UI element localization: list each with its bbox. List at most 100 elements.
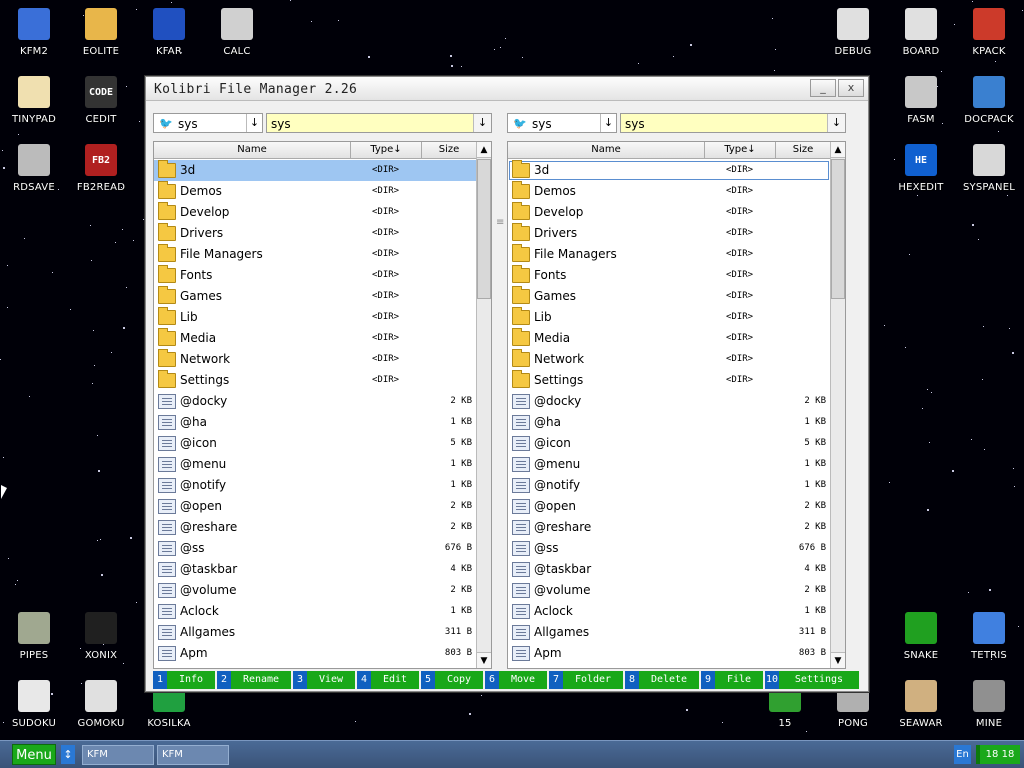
column-size[interactable]: Size	[422, 144, 476, 155]
column-name[interactable]: Name	[154, 144, 350, 155]
file-row[interactable]: @reshare 2 KB	[154, 517, 476, 538]
folder-row[interactable]: Demos <DIR>	[508, 181, 830, 202]
file-row[interactable]: @ss 676 B	[154, 538, 476, 559]
file-row[interactable]: @ha 1 KB	[154, 412, 476, 433]
file-row[interactable]: @menu 1 KB	[508, 454, 830, 475]
file-row[interactable]: @menu 1 KB	[154, 454, 476, 475]
file-row[interactable]: Allgames 311 B	[154, 622, 476, 643]
desktop-icon-mine[interactable]: MINE	[955, 680, 1023, 729]
fkey-move-button[interactable]: 6 Move	[485, 671, 547, 689]
file-row[interactable]: Apm 803 B	[508, 643, 830, 664]
file-row[interactable]: @icon 5 KB	[154, 433, 476, 454]
folder-row[interactable]: Fonts <DIR>	[154, 265, 476, 286]
folder-row[interactable]: File Managers <DIR>	[154, 244, 476, 265]
desktop-icon-seawar[interactable]: SEAWAR	[887, 680, 955, 729]
folder-row[interactable]: Demos <DIR>	[154, 181, 476, 202]
desktop-icon-debug[interactable]: DEBUG	[819, 8, 887, 57]
folder-row[interactable]: 3d <DIR>	[508, 160, 830, 181]
fkey-info-button[interactable]: 1 Info	[153, 671, 215, 689]
fkey-view-button[interactable]: 3 View	[293, 671, 355, 689]
file-row[interactable]: @notify 1 KB	[508, 475, 830, 496]
file-row[interactable]: @icon 5 KB	[508, 433, 830, 454]
folder-row[interactable]: Network <DIR>	[508, 349, 830, 370]
desktop-icon-kpack[interactable]: KPACK	[955, 8, 1023, 57]
folder-row[interactable]: Develop <DIR>	[154, 202, 476, 223]
fkey-rename-button[interactable]: 2 Rename	[217, 671, 291, 689]
file-row[interactable]: Apm 803 B	[154, 643, 476, 664]
folder-row[interactable]: Settings <DIR>	[154, 370, 476, 391]
close-button[interactable]: x	[838, 79, 864, 97]
desktop-icon-cedit[interactable]: CODE CEDIT	[67, 76, 135, 125]
fkey-edit-button[interactable]: 4 Edit	[357, 671, 419, 689]
folder-row[interactable]: Network <DIR>	[154, 349, 476, 370]
file-row[interactable]: @reshare 2 KB	[508, 517, 830, 538]
scroll-down-icon[interactable]: ▼	[477, 652, 491, 668]
file-row[interactable]: @notify 1 KB	[154, 475, 476, 496]
folder-row[interactable]: Fonts <DIR>	[508, 265, 830, 286]
file-row[interactable]: Allgames 311 B	[508, 622, 830, 643]
fkey-folder-button[interactable]: 7 Folder	[549, 671, 623, 689]
folder-row[interactable]: Drivers <DIR>	[508, 223, 830, 244]
file-row[interactable]: @volume 2 KB	[154, 580, 476, 601]
file-row[interactable]: @docky 2 KB	[154, 391, 476, 412]
desktop-icon-tinypad[interactable]: TINYPAD	[0, 76, 68, 125]
right-file-list[interactable]: Name Type↓ Size 3d <DIR> Demos <DIR> Develop…	[507, 141, 846, 669]
file-row[interactable]: Aclock 1 KB	[154, 601, 476, 622]
folder-row[interactable]: File Managers <DIR>	[508, 244, 830, 265]
file-row[interactable]: @taskbar 4 KB	[508, 559, 830, 580]
left-scroll-thumb[interactable]	[477, 159, 491, 299]
desktop-icon-board[interactable]: BOARD	[887, 8, 955, 57]
keyboard-layout-indicator[interactable]: En	[954, 745, 971, 764]
file-row[interactable]: @open 2 KB	[154, 496, 476, 517]
menu-button[interactable]: Menu	[12, 744, 56, 765]
window-titlebar[interactable]: Kolibri File Manager 2.26 _ x	[146, 77, 868, 101]
file-row[interactable]: Aclock 1 KB	[508, 601, 830, 622]
file-manager-window[interactable]: Kolibri File Manager 2.26 _ x 🐦 sys ↓ sy…	[145, 76, 869, 692]
right-scroll-thumb[interactable]	[831, 159, 845, 299]
file-row[interactable]: @open 2 KB	[508, 496, 830, 517]
fkey-copy-button[interactable]: 5 Copy	[421, 671, 483, 689]
chevron-down-icon[interactable]: ↓	[600, 114, 616, 132]
folder-row[interactable]: Drivers <DIR>	[154, 223, 476, 244]
desktop-icon-gomoku[interactable]: GOMOKU	[67, 680, 135, 729]
column-name[interactable]: Name	[508, 144, 704, 155]
desktop-icon-syspanel[interactable]: SYSPANEL	[955, 144, 1023, 193]
desktop-icon-hexedit[interactable]: HE HEXEDIT	[887, 144, 955, 193]
desktop-icon-fasm[interactable]: FASM	[887, 76, 955, 125]
folder-row[interactable]: Lib <DIR>	[508, 307, 830, 328]
column-type[interactable]: Type↓	[705, 144, 775, 155]
chevron-down-icon[interactable]: ↓	[246, 114, 262, 132]
desktop-icon-docpack[interactable]: DOCPACK	[955, 76, 1023, 125]
right-path-field[interactable]: sys ↓	[620, 113, 846, 133]
folder-row[interactable]: 3d <DIR>	[154, 160, 476, 181]
file-row[interactable]: @taskbar 4 KB	[154, 559, 476, 580]
left-scrollbar[interactable]: ▲ ▼	[476, 142, 491, 668]
fkey-delete-button[interactable]: 8 Delete	[625, 671, 699, 689]
scroll-up-icon[interactable]: ▲	[831, 142, 845, 158]
left-file-list[interactable]: Name Type↓ Size 3d <DIR> Demos <DIR> Develop…	[153, 141, 492, 669]
fkey-settings-button[interactable]: 10 Settings	[765, 671, 859, 689]
folder-row[interactable]: Develop <DIR>	[508, 202, 830, 223]
desktop-icon-tetris[interactable]: TETRIS	[955, 612, 1023, 661]
scroll-down-icon[interactable]: ▼	[831, 652, 845, 668]
desktop-icon-eolite[interactable]: EOLITE	[67, 8, 135, 57]
file-row[interactable]: @volume 2 KB	[508, 580, 830, 601]
desktop-icon-rdsave[interactable]: RDSAVE	[0, 144, 68, 193]
desktop-icon-snake[interactable]: SNAKE	[887, 612, 955, 661]
path-history-icon[interactable]: ↓	[473, 114, 491, 132]
scroll-up-icon[interactable]: ▲	[477, 142, 491, 158]
file-row[interactable]: @ss 676 B	[508, 538, 830, 559]
right-drive-select[interactable]: 🐦 sys ↓	[507, 113, 617, 133]
desktop-icon-fb2read[interactable]: FB2 FB2READ	[67, 144, 135, 193]
folder-row[interactable]: Games <DIR>	[154, 286, 476, 307]
column-type[interactable]: Type↓	[351, 144, 421, 155]
desktop-icon-pipes[interactable]: PIPES	[0, 612, 68, 661]
task-button[interactable]: KFM	[82, 745, 154, 765]
task-button[interactable]: KFM	[157, 745, 229, 765]
desktop-icon-sudoku[interactable]: SUDOKU	[0, 680, 68, 729]
folder-row[interactable]: Media <DIR>	[508, 328, 830, 349]
desktop-icon-xonix[interactable]: XONIX	[67, 612, 135, 661]
clock[interactable]: 18 18	[976, 745, 1020, 764]
column-size[interactable]: Size	[776, 144, 830, 155]
path-history-icon[interactable]: ↓	[827, 114, 845, 132]
